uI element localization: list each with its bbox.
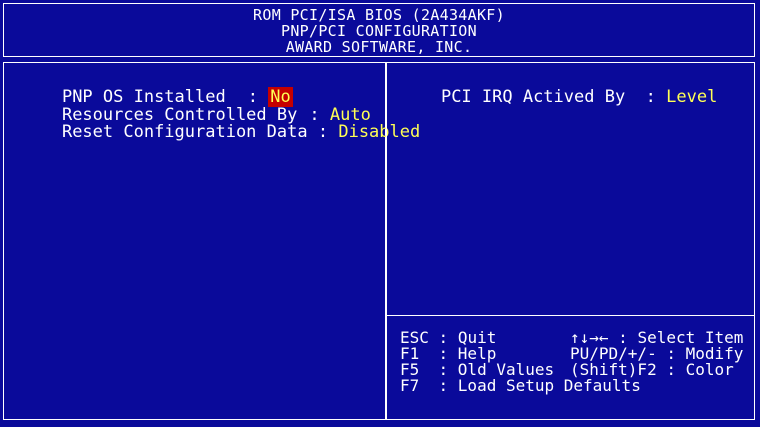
setting-value-pci-irq[interactable]: Level [666,87,717,107]
info-panel: PCI IRQ Actived By : Level ESC : Quit F1… [386,62,755,420]
setting-label: Reset Configuration Data [61,122,308,142]
f7-key: F7 [400,376,420,395]
help-color: (Shift)F2 : Color [570,360,734,379]
vendor-name: AWARD SOFTWARE, INC. [285,38,473,56]
setting-reset-config[interactable]: Reset Configuration Data : Disabled [21,107,420,158]
settings-panel: PNP OS Installed: No Resources Controlle… [3,62,420,420]
setting-pci-irq[interactable]: PCI IRQ Actived By : Level [400,72,717,123]
page-title: PNP/PCI CONFIGURATION [281,22,477,40]
help-box: ESC : Quit F1 : Help F5 : Old Values F7 … [387,315,754,420]
bios-title: ROM PCI/ISA BIOS (2A434AKF) [253,6,505,24]
help-f7: F7 : Load Setup Defaults [400,376,641,395]
setting-label: PCI IRQ Actived By [440,87,626,107]
bios-header: ROM PCI/ISA BIOS (2A434AKF) PNP/PCI CONF… [3,3,755,57]
